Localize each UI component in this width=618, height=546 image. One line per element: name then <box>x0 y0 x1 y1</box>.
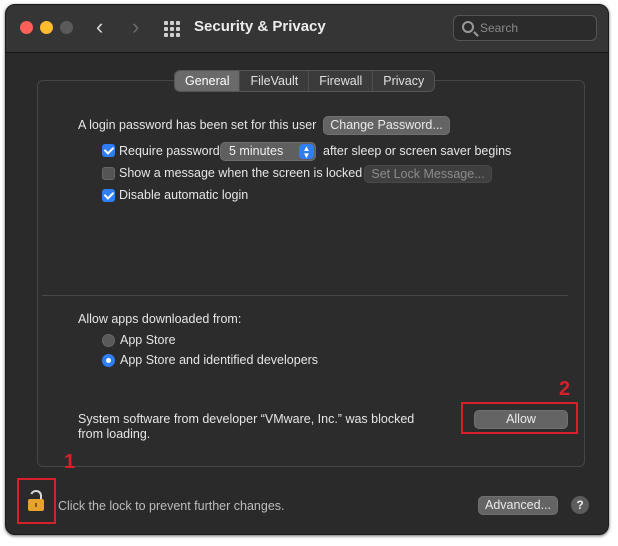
show-message-label: Show a message when the screen is locked <box>119 166 363 180</box>
require-password-delay-select[interactable]: 5 minutes ▲ ▼ <box>220 142 316 161</box>
tab-privacy[interactable]: Privacy <box>373 71 434 91</box>
window-title: Security & Privacy <box>194 18 326 35</box>
disable-auto-login-label: Disable automatic login <box>119 188 249 202</box>
show-all-grid-icon[interactable] <box>164 21 180 37</box>
delay-select-value: 5 minutes <box>229 144 284 158</box>
tab-bar: General FileVault Firewall Privacy <box>174 70 436 92</box>
tab-firewall[interactable]: Firewall <box>309 71 374 91</box>
search-field[interactable] <box>453 15 597 41</box>
close-window-button[interactable] <box>20 21 33 34</box>
disable-auto-login-checkbox[interactable] <box>102 189 115 202</box>
advanced-button[interactable]: Advanced... <box>478 496 558 515</box>
annotation-number-2: 2 <box>559 378 571 400</box>
search-input[interactable] <box>480 18 590 38</box>
change-password-button[interactable]: Change Password... <box>323 116 450 135</box>
radio-app-store-identified[interactable] <box>102 354 115 367</box>
updown-chevron-icon: ▲ ▼ <box>299 144 314 160</box>
require-password-checkbox[interactable] <box>102 144 115 157</box>
annotation-box-1 <box>17 478 56 524</box>
zoom-window-button[interactable] <box>60 21 73 34</box>
chevron-left-icon[interactable]: ‹ <box>96 15 103 39</box>
show-message-checkbox[interactable] <box>102 167 115 180</box>
search-icon <box>462 21 474 33</box>
section-divider <box>42 295 568 296</box>
login-password-text: A login password has been set for this u… <box>78 118 317 132</box>
title-bar: ‹ › Security & Privacy <box>6 5 608 53</box>
annotation-number-1: 1 <box>64 451 76 473</box>
annotation-box-2 <box>461 402 578 434</box>
blocked-message-line2: from loading. <box>78 427 151 441</box>
chevron-right-icon[interactable]: › <box>132 15 139 39</box>
radio-app-store-identified-label: App Store and identified developers <box>120 353 319 367</box>
blocked-message-line1: System software from developer “VMware, … <box>78 412 415 426</box>
radio-app-store-label: App Store <box>120 333 176 347</box>
set-lock-message-button[interactable]: Set Lock Message... <box>364 165 492 183</box>
allow-apps-heading: Allow apps downloaded from: <box>78 312 242 326</box>
require-password-label: Require password <box>119 144 220 158</box>
after-sleep-text: after sleep or screen saver begins <box>323 144 512 158</box>
tab-filevault[interactable]: FileVault <box>240 71 310 91</box>
tab-general[interactable]: General <box>175 71 241 91</box>
lock-hint-text: Click the lock to prevent further change… <box>58 499 285 513</box>
help-button[interactable]: ? <box>571 496 589 514</box>
radio-app-store[interactable] <box>102 334 115 347</box>
minimize-window-button[interactable] <box>40 21 53 34</box>
